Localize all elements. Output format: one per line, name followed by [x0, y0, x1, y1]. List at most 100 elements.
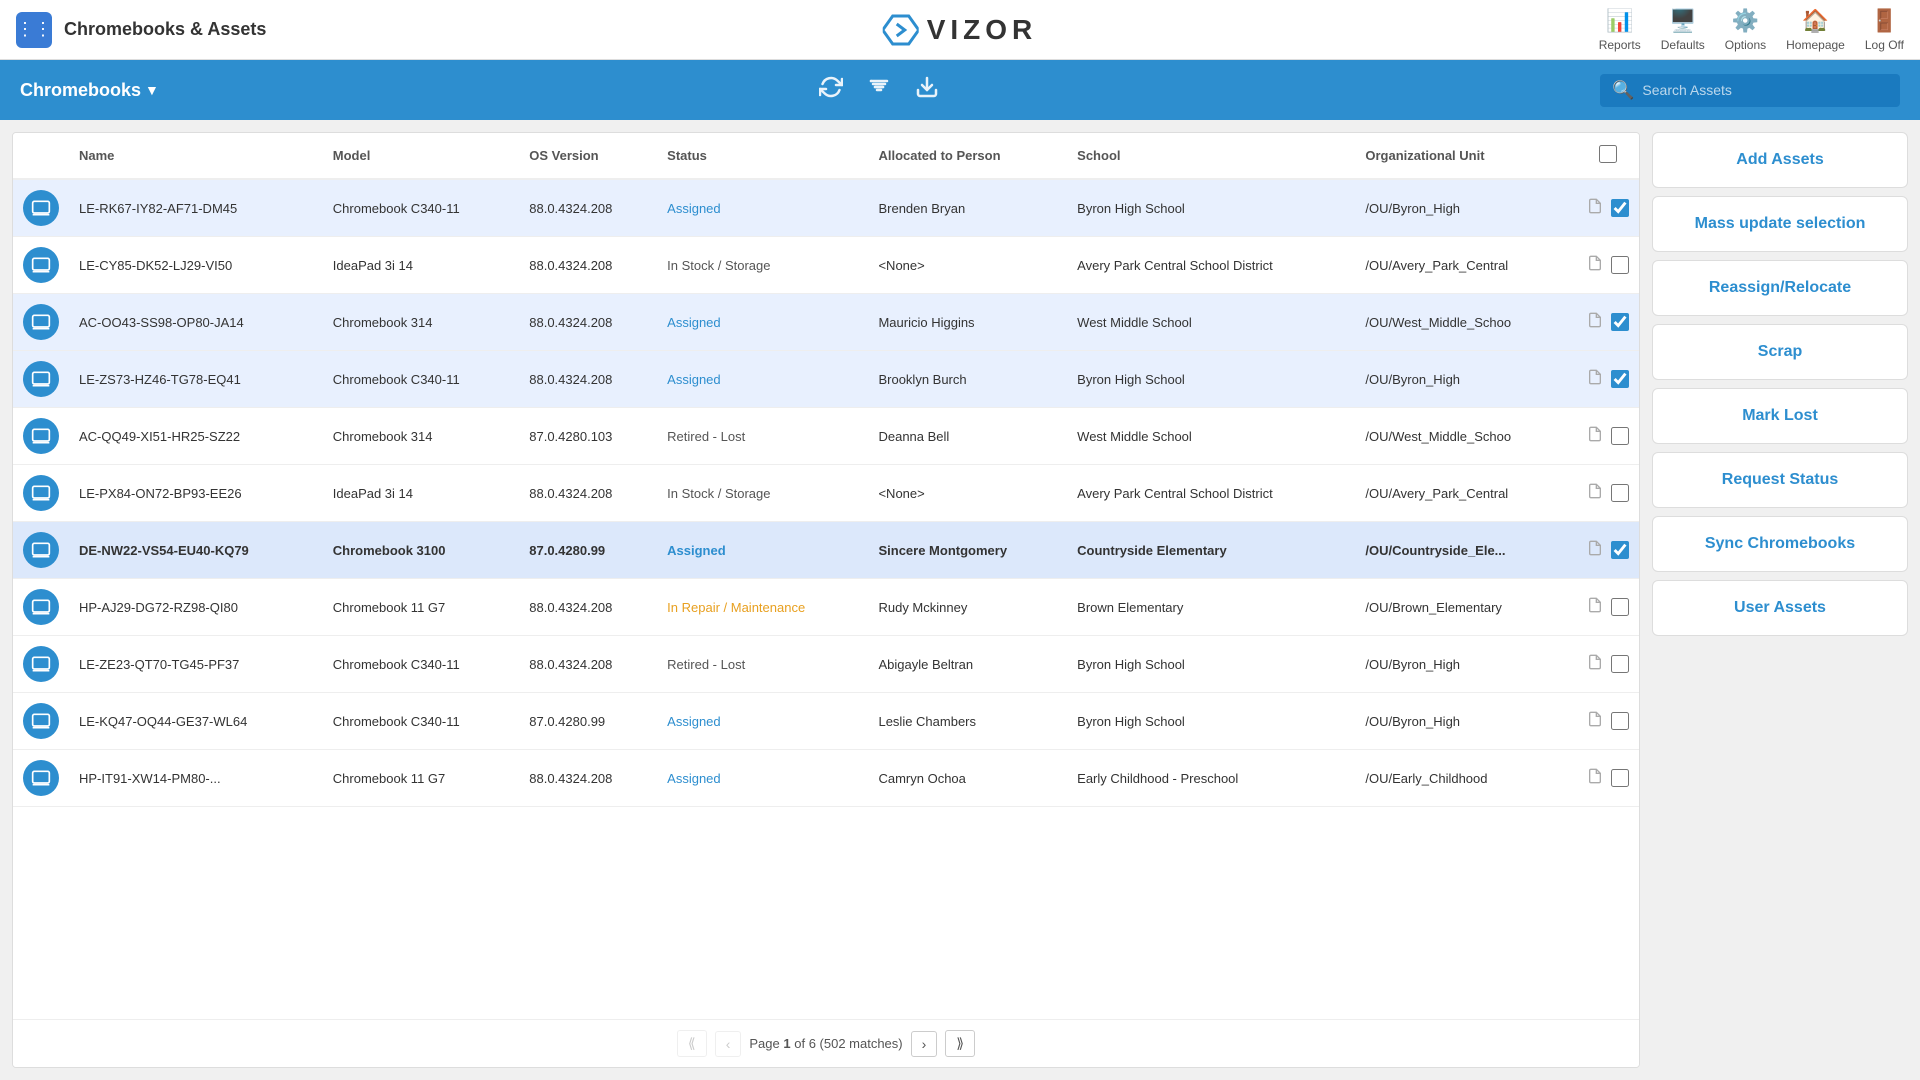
row-doc-icon[interactable] [1587, 312, 1603, 333]
row-checkbox[interactable] [1611, 598, 1629, 616]
row-os-version: 88.0.4324.208 [519, 579, 657, 636]
chromebook-icon [23, 361, 59, 397]
first-page-button[interactable]: ⟪ [677, 1030, 707, 1057]
sync-chromebooks-button[interactable]: Sync Chromebooks [1652, 516, 1908, 572]
reassign-relocate-button[interactable]: Reassign/Relocate [1652, 260, 1908, 316]
row-doc-icon[interactable] [1587, 654, 1603, 675]
search-icon: 🔍 [1612, 80, 1634, 101]
sidebar: Add Assets Mass update selection Reassig… [1640, 120, 1920, 1080]
scrap-button[interactable]: Scrap [1652, 324, 1908, 380]
th-allocated: Allocated to Person [868, 133, 1067, 179]
add-assets-button[interactable]: Add Assets [1652, 132, 1908, 188]
download-icon[interactable] [915, 75, 939, 105]
row-allocated: Abigayle Beltran [868, 636, 1067, 693]
row-os-version: 88.0.4324.208 [519, 636, 657, 693]
row-status: Assigned [657, 522, 868, 579]
table-container[interactable]: Name Model OS Version Status Allocated t… [13, 133, 1639, 1019]
vizor-chevron-icon [883, 14, 919, 46]
row-doc-icon[interactable] [1587, 597, 1603, 618]
row-org-unit: /OU/Brown_Elementary [1355, 579, 1577, 636]
filter-icon[interactable] [867, 75, 891, 105]
row-name: AC-OO43-SS98-OP80-JA14 [69, 294, 323, 351]
row-name: LE-ZE23-QT70-TG45-PF37 [69, 636, 323, 693]
mark-lost-button[interactable]: Mark Lost [1652, 388, 1908, 444]
th-status: Status [657, 133, 868, 179]
row-doc-icon[interactable] [1587, 426, 1603, 447]
chromebook-icon [23, 475, 59, 511]
nav-options[interactable]: ⚙️ Options [1725, 8, 1766, 52]
row-checkbox[interactable] [1611, 655, 1629, 673]
homepage-icon: 🏠 [1802, 8, 1829, 34]
row-allocated: <None> [868, 465, 1067, 522]
row-checkbox[interactable] [1611, 256, 1629, 274]
row-model: Chromebook 314 [323, 408, 519, 465]
row-org-unit: /OU/Byron_High [1355, 351, 1577, 408]
table-row: LE-ZS73-HZ46-TG78-EQ41Chromebook C340-11… [13, 351, 1639, 408]
reports-label: Reports [1599, 38, 1641, 52]
nav-homepage[interactable]: 🏠 Homepage [1786, 8, 1845, 52]
logo-text: VIZOR [927, 14, 1038, 46]
row-checkbox-cell [1577, 750, 1639, 807]
row-name: HP-AJ29-DG72-RZ98-QI80 [69, 579, 323, 636]
row-doc-icon[interactable] [1587, 483, 1603, 504]
row-doc-icon[interactable] [1587, 198, 1603, 219]
row-school: Byron High School [1067, 179, 1355, 237]
nav-reports[interactable]: 📊 Reports [1599, 8, 1641, 52]
row-icon-cell [13, 636, 69, 693]
row-model: IdeaPad 3i 14 [323, 237, 519, 294]
row-checkbox[interactable] [1611, 427, 1629, 445]
nav-defaults[interactable]: 🖥️ Defaults [1661, 8, 1705, 52]
refresh-icon[interactable] [819, 75, 843, 105]
row-doc-icon[interactable] [1587, 369, 1603, 390]
row-checkbox-cell [1577, 408, 1639, 465]
row-checkbox[interactable] [1611, 370, 1629, 388]
row-icon-cell [13, 522, 69, 579]
chromebook-icon [23, 760, 59, 796]
th-os-version: OS Version [519, 133, 657, 179]
row-doc-icon[interactable] [1587, 768, 1603, 789]
row-checkbox[interactable] [1611, 541, 1629, 559]
row-checkbox[interactable] [1611, 484, 1629, 502]
th-checkbox[interactable] [1577, 133, 1639, 179]
row-icon-cell [13, 294, 69, 351]
chromebook-icon [23, 589, 59, 625]
last-page-button[interactable]: ⟫ [945, 1030, 975, 1057]
select-all-checkbox[interactable] [1599, 145, 1617, 163]
row-doc-icon[interactable] [1587, 711, 1603, 732]
of-label: of 6 (502 matches) [794, 1036, 902, 1051]
row-checkbox-cell [1577, 579, 1639, 636]
user-assets-button[interactable]: User Assets [1652, 580, 1908, 636]
row-doc-icon[interactable] [1587, 540, 1603, 561]
row-name: LE-KQ47-OQ44-GE37-WL64 [69, 693, 323, 750]
row-checkbox[interactable] [1611, 313, 1629, 331]
chromebooks-dropdown[interactable]: Chromebooks ▼ [20, 80, 159, 101]
row-checkbox[interactable] [1611, 769, 1629, 787]
chromebook-icon [23, 304, 59, 340]
nav-logoff[interactable]: 🚪 Log Off [1865, 8, 1904, 52]
app-title: Chromebooks & Assets [64, 19, 1599, 40]
row-school: Countryside Elementary [1067, 522, 1355, 579]
app-grid-button[interactable]: ⋮⋮ [16, 12, 52, 48]
th-org-unit: Organizational Unit [1355, 133, 1577, 179]
row-model: Chromebook C340-11 [323, 351, 519, 408]
search-input[interactable] [1642, 82, 1888, 98]
row-model: Chromebook 11 G7 [323, 579, 519, 636]
row-doc-icon[interactable] [1587, 255, 1603, 276]
reports-icon: 📊 [1606, 8, 1633, 34]
table-row: HP-AJ29-DG72-RZ98-QI80Chromebook 11 G788… [13, 579, 1639, 636]
next-page-button[interactable]: › [911, 1031, 938, 1057]
prev-page-button[interactable]: ‹ [715, 1031, 742, 1057]
vizor-logo: VIZOR [883, 14, 1038, 46]
table-row: LE-PX84-ON72-BP93-EE26IdeaPad 3i 1488.0.… [13, 465, 1639, 522]
row-checkbox[interactable] [1611, 712, 1629, 730]
row-name: DE-NW22-VS54-EU40-KQ79 [69, 522, 323, 579]
row-status: Assigned [657, 351, 868, 408]
row-icon-cell [13, 237, 69, 294]
options-icon: ⚙️ [1732, 8, 1759, 34]
request-status-button[interactable]: Request Status [1652, 452, 1908, 508]
row-checkbox[interactable] [1611, 199, 1629, 217]
mass-update-button[interactable]: Mass update selection [1652, 196, 1908, 252]
row-allocated: Deanna Bell [868, 408, 1067, 465]
page-label: Page [749, 1036, 779, 1051]
search-box[interactable]: 🔍 [1600, 74, 1900, 107]
